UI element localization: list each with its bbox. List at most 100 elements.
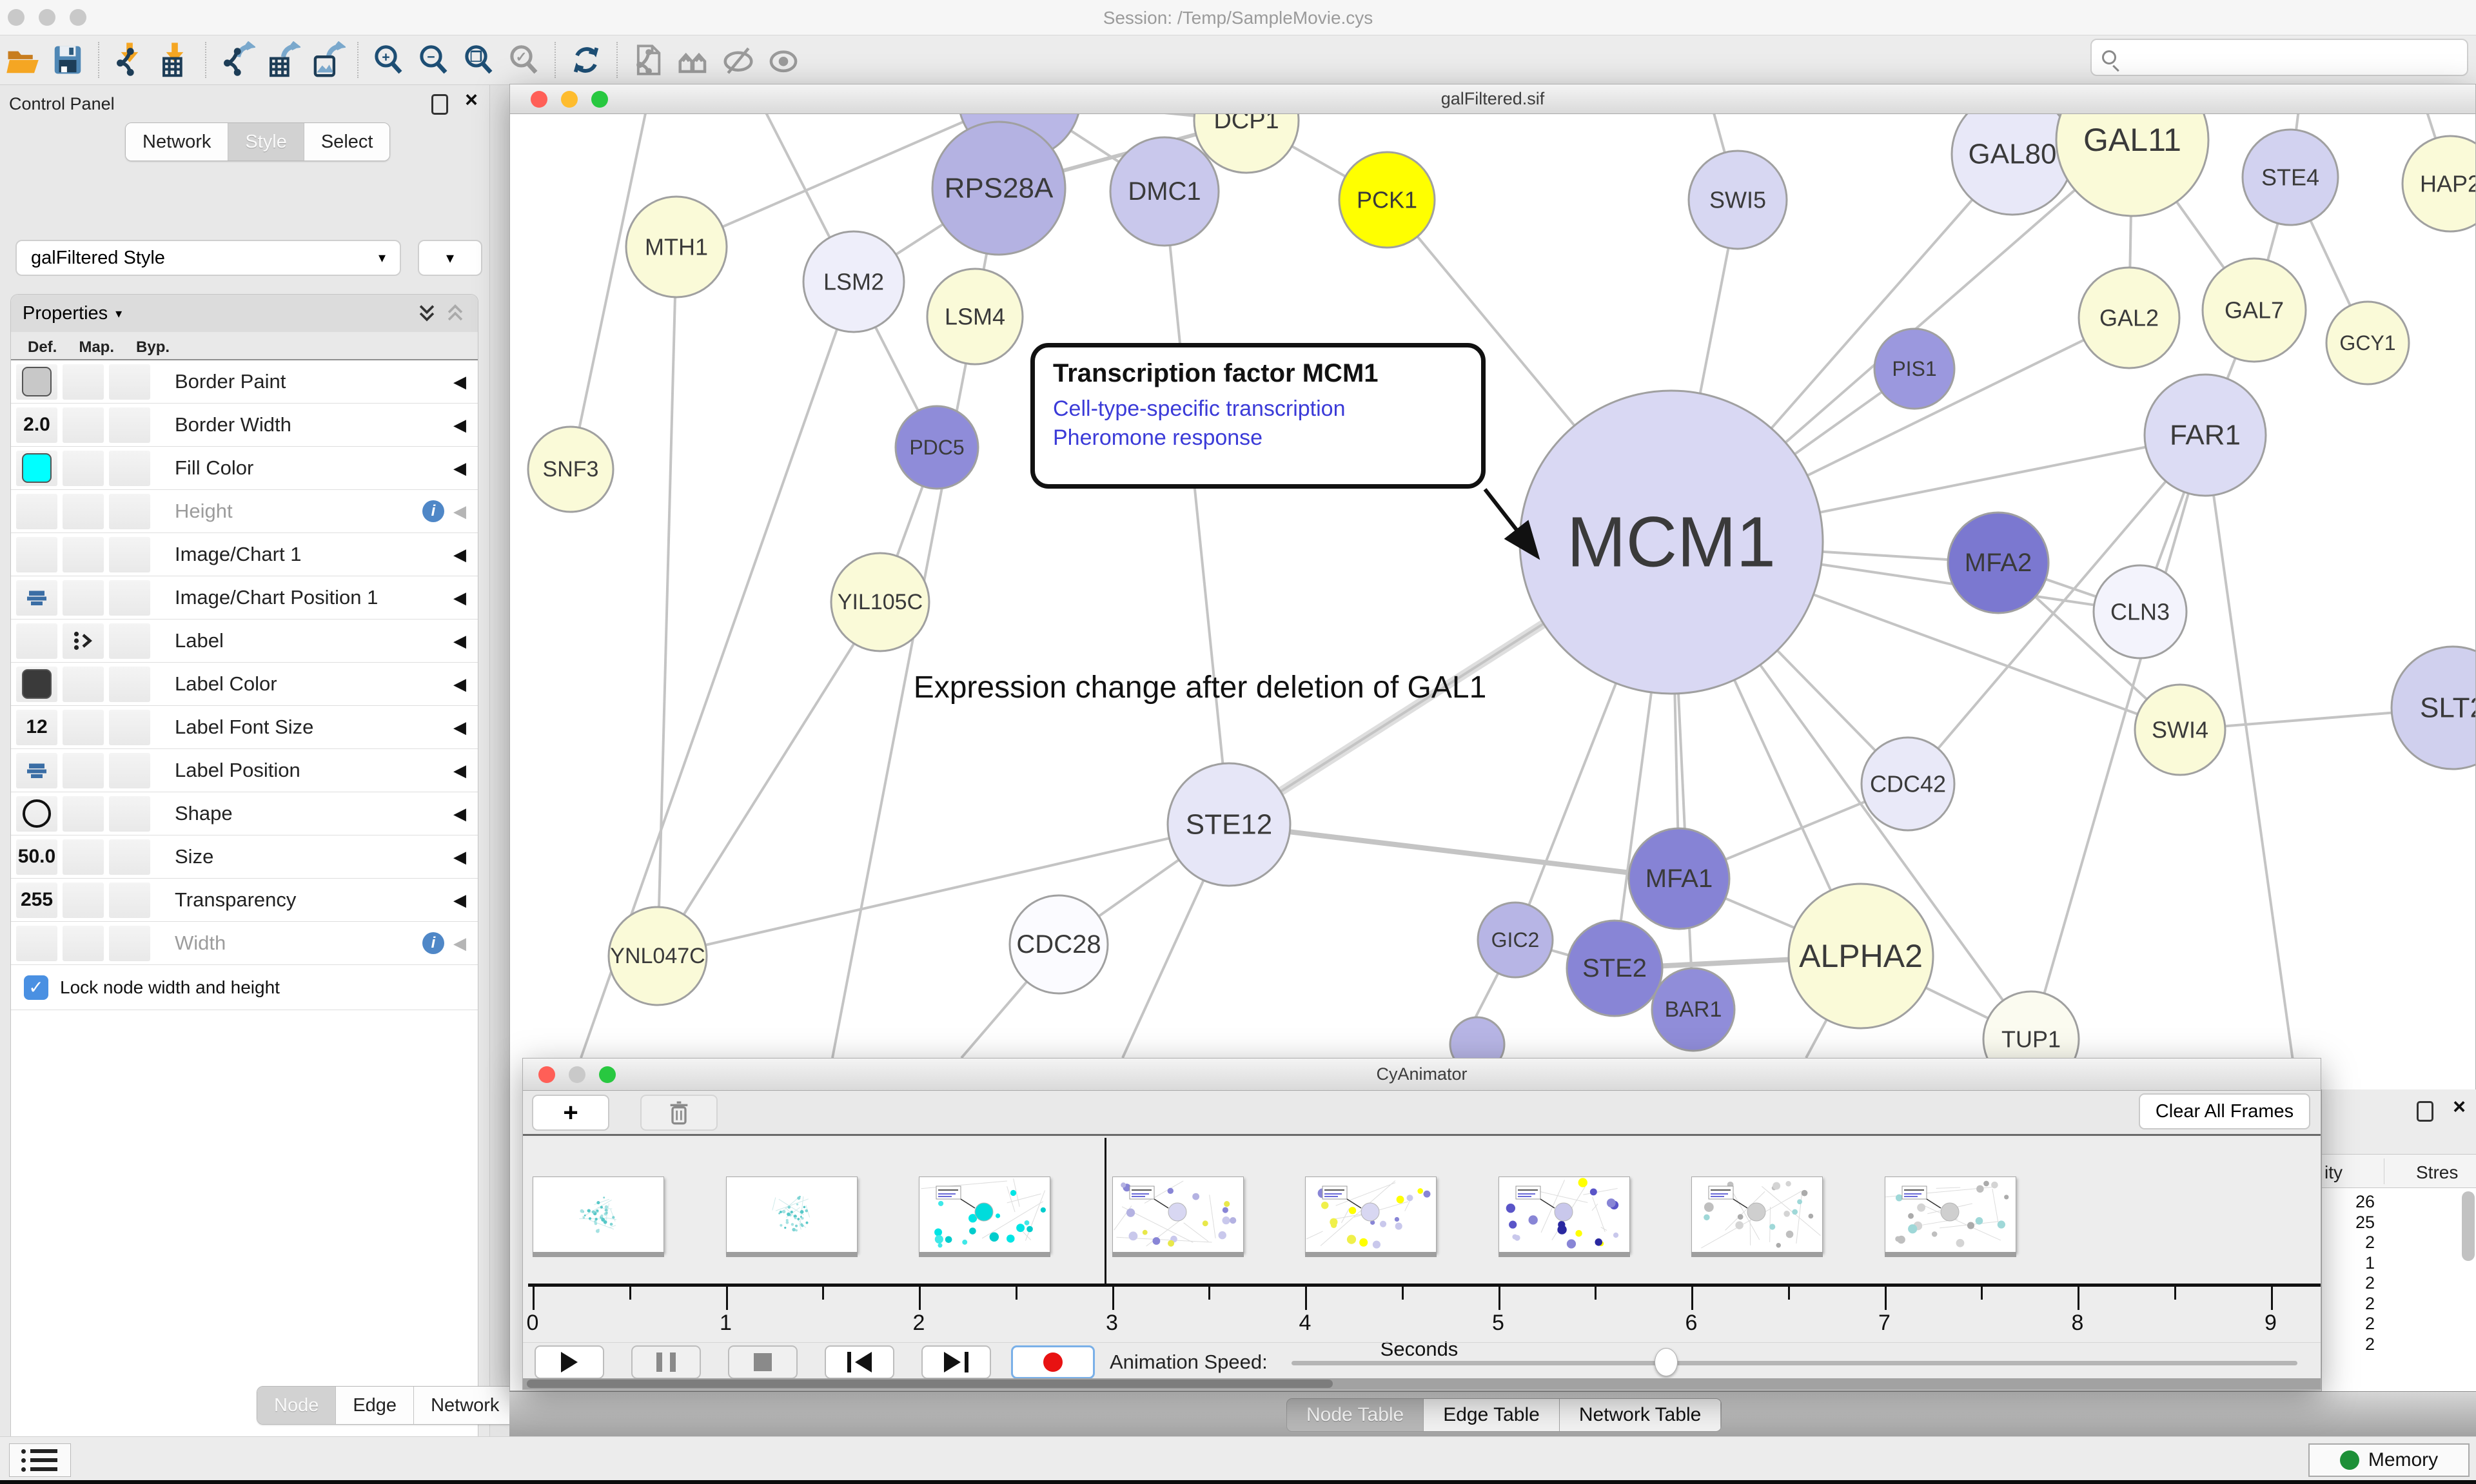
bypass-cell[interactable] (109, 667, 150, 702)
expand-row-icon[interactable]: ◀ (453, 674, 466, 694)
zoom-out-button[interactable]: − (414, 41, 454, 79)
table-cell[interactable]: 2 (2322, 1294, 2375, 1314)
node-mcm1[interactable]: MCM1 (1520, 391, 1823, 694)
node-snf3[interactable]: SNF3 (528, 427, 613, 512)
property-row-label-position[interactable]: Label Position◀ (11, 749, 478, 792)
tab-edge-table[interactable]: Edge Table (1424, 1399, 1560, 1431)
node-hap2[interactable]: HAP2 (2402, 136, 2475, 231)
refresh-button[interactable] (566, 41, 606, 79)
table-cell[interactable]: 2 (2322, 1314, 2375, 1334)
bypass-cell[interactable] (109, 796, 150, 832)
property-row-size[interactable]: 50.0Size◀ (11, 835, 478, 879)
expand-row-icon[interactable]: ◀ (453, 761, 466, 781)
edge[interactable] (2205, 435, 2296, 1084)
frame-thumbnail-4[interactable] (1305, 1176, 1437, 1253)
default-value-cell[interactable] (16, 667, 57, 702)
expand-row-icon[interactable]: ◀ (453, 545, 466, 565)
task-history-button[interactable] (9, 1443, 71, 1477)
default-value-cell[interactable] (16, 364, 57, 400)
add-frame-button[interactable]: + (532, 1095, 609, 1131)
node-gcy1[interactable]: GCY1 (2326, 302, 2409, 384)
window-traffic-lights[interactable] (538, 1066, 616, 1083)
stop-button[interactable] (728, 1345, 798, 1379)
node-lsm2[interactable]: LSM2 (803, 231, 904, 332)
node-gal11[interactable]: GAL11 (2056, 114, 2208, 216)
bypass-cell[interactable] (109, 407, 150, 443)
expand-row-icon[interactable]: ◀ (453, 588, 466, 608)
table-scrollbar[interactable] (2462, 1191, 2475, 1261)
tab-node-table[interactable]: Node Table (1287, 1399, 1424, 1431)
property-row-fill-color[interactable]: Fill Color◀ (11, 447, 478, 490)
style-options-button[interactable]: ▾ (418, 240, 482, 276)
node-mth1[interactable]: MTH1 (626, 197, 727, 297)
property-row-border-width[interactable]: 2.0Border Width◀ (11, 404, 478, 447)
property-row-border-paint[interactable]: Border Paint◀ (11, 360, 478, 404)
frame-thumbnail-7[interactable] (1885, 1176, 2016, 1253)
node-pdc5[interactable]: PDC5 (896, 406, 978, 489)
export-image-button[interactable] (307, 41, 347, 79)
property-row-image-chart-1[interactable]: Image/Chart 1◀ (11, 533, 478, 576)
property-row-label-font-size[interactable]: 12Label Font Size◀ (11, 706, 478, 749)
timeline-playhead[interactable] (1105, 1138, 1106, 1286)
node-gal2[interactable]: GAL2 (2079, 268, 2179, 368)
mapping-cell[interactable] (63, 580, 104, 616)
bypass-cell[interactable] (109, 494, 150, 529)
node-slt2[interactable]: SLT2 (2392, 647, 2475, 769)
frame-thumbnail-6[interactable] (1691, 1176, 1823, 1253)
tab-network[interactable]: Network (126, 123, 228, 161)
node-pck1[interactable]: PCK1 (1339, 152, 1435, 248)
node-pis1[interactable]: PIS1 (1874, 329, 1954, 409)
property-row-height[interactable]: Heighti◀ (11, 490, 478, 533)
table-column-ity[interactable]: ity (2324, 1162, 2343, 1183)
node-yil105c[interactable]: YIL105C (831, 553, 929, 651)
info-icon[interactable]: i (422, 500, 444, 522)
node-mfa1[interactable]: MFA1 (1629, 828, 1729, 929)
node-gic2[interactable]: GIC2 (1478, 903, 1553, 977)
node-swi4[interactable]: SWI4 (2135, 685, 2225, 775)
close-panel-icon[interactable]: × (465, 90, 478, 110)
frame-thumbnail-1[interactable] (726, 1176, 858, 1253)
property-row-width[interactable]: Widthi◀ (11, 922, 478, 965)
edge[interactable] (658, 602, 880, 956)
default-value-cell[interactable]: 255 (16, 883, 57, 918)
edge[interactable] (1229, 825, 1679, 879)
zoom-selected-button[interactable]: ✓ (504, 41, 544, 79)
mapping-cell[interactable] (63, 839, 104, 875)
expand-row-icon[interactable]: ◀ (453, 847, 466, 867)
table-cell[interactable]: 2 (2322, 1273, 2375, 1293)
mapping-cell[interactable] (63, 494, 104, 529)
default-value-cell[interactable]: 2.0 (16, 407, 57, 443)
cyanimator-titlebar[interactable]: CyAnimator (523, 1059, 2321, 1091)
property-row-shape[interactable]: Shape◀ (11, 792, 478, 835)
node-ynl047c[interactable]: YNL047C (609, 907, 707, 1005)
bypass-cell[interactable] (109, 753, 150, 788)
zoom-fit-button[interactable]: ❐ (459, 41, 499, 79)
default-value-cell[interactable] (16, 494, 57, 529)
gallery-button[interactable] (673, 41, 713, 79)
bypass-cell[interactable] (109, 710, 150, 745)
bypass-cell[interactable] (109, 926, 150, 961)
lock-size-row[interactable]: ✓ Lock node width and height (11, 965, 478, 1010)
node-cln3[interactable]: CLN3 (2094, 565, 2186, 658)
tab-edge[interactable]: Edge (336, 1387, 414, 1424)
hide-button[interactable] (718, 41, 758, 79)
minimize-window-icon[interactable] (561, 91, 578, 108)
mapping-cell[interactable] (63, 364, 104, 400)
default-value-cell[interactable]: 50.0 (16, 839, 57, 875)
node-alpha2[interactable]: ALPHA2 (1789, 884, 1933, 1028)
bypass-cell[interactable] (109, 839, 150, 875)
node-gal80[interactable]: GAL80 (1952, 114, 2073, 215)
node-dmc1[interactable]: DMC1 (1110, 137, 1219, 246)
default-value-cell[interactable] (16, 753, 57, 788)
node-ste4[interactable]: STE4 (2243, 130, 2338, 225)
import-table-button[interactable] (155, 41, 195, 79)
node-cdc42[interactable]: CDC42 (1862, 737, 1954, 830)
clear-all-frames-button[interactable]: Clear All Frames (2139, 1093, 2310, 1129)
node-bar1[interactable]: BAR1 (1652, 968, 1734, 1051)
frame-thumbnail-0[interactable] (533, 1176, 664, 1253)
tab-network[interactable]: Network (414, 1387, 516, 1424)
minimize-window-icon[interactable] (569, 1066, 585, 1083)
table-cell[interactable]: 2 (2322, 1334, 2375, 1354)
default-value-cell[interactable]: 12 (16, 710, 57, 745)
animation-speed-thumb[interactable] (1655, 1348, 1678, 1376)
